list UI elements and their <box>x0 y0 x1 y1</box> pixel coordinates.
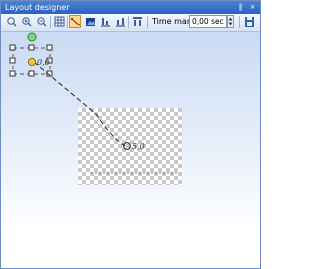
resize-handle <box>9 44 16 51</box>
path-start-label: 0,0 <box>37 58 50 67</box>
path-end-label: 5,0 <box>132 142 145 151</box>
zoom-in-icon[interactable] <box>20 15 32 28</box>
pin-icon[interactable]: ‖ <box>236 3 245 12</box>
save-icon[interactable] <box>243 15 255 28</box>
resize-handle <box>9 57 16 64</box>
close-icon[interactable]: × <box>248 3 257 12</box>
design-canvas[interactable]: 0,0 5,0 <box>1 32 260 268</box>
window-title: Layout designer <box>5 3 70 12</box>
resize-handle <box>28 70 35 77</box>
time-mark-field[interactable]: 0,00 sec <box>189 15 227 28</box>
distribute-icon[interactable] <box>114 15 126 28</box>
resize-handle <box>9 70 16 77</box>
path-start-point <box>27 57 37 67</box>
zoom-fit-icon[interactable] <box>5 15 17 28</box>
resize-handle <box>28 44 35 51</box>
grid-icon[interactable] <box>53 15 65 28</box>
toolbar-separator <box>147 16 148 28</box>
zoom-out-icon[interactable] <box>35 15 47 28</box>
align-icon[interactable] <box>99 15 111 28</box>
resize-handle <box>46 44 53 51</box>
layout-designer-window: Layout designer ‖ × Time mark: 0,00 sec … <box>0 0 261 269</box>
rotate-handle <box>27 32 37 42</box>
title-bar[interactable]: Layout designer ‖ × <box>1 1 260 14</box>
toolbar-separator <box>50 16 51 28</box>
toolbar-separator <box>239 16 240 28</box>
motion-path-icon[interactable] <box>69 15 81 28</box>
time-mark-spinner[interactable] <box>227 15 234 28</box>
toolbar-separator <box>67 16 68 28</box>
path-overlay <box>9 32 179 174</box>
toolbar: Time mark: 0,00 sec <box>1 14 260 32</box>
image-icon[interactable] <box>84 15 96 28</box>
toolbar-separator <box>128 16 129 28</box>
columns-icon[interactable] <box>131 15 143 28</box>
